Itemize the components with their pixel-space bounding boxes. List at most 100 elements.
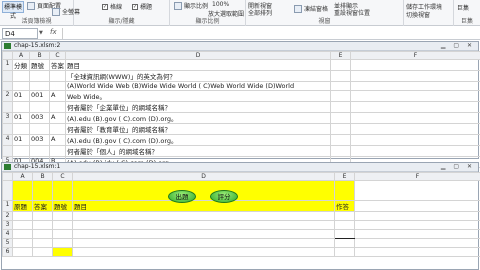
cell[interactable] — [29, 81, 50, 91]
header-cell-answer[interactable]: 答案 — [32, 200, 53, 212]
cell[interactable]: 001 — [29, 90, 50, 102]
cell[interactable] — [72, 238, 335, 248]
cell[interactable]: (A)World Wide Web (B)Wide Wide World ( C… — [65, 81, 331, 91]
cell[interactable] — [12, 238, 33, 248]
cell[interactable] — [334, 229, 355, 239]
cell[interactable]: (A).edu (B).gov ( C).com (D).org。 — [65, 112, 331, 124]
cell[interactable]: 01 — [12, 134, 30, 146]
cell[interactable] — [72, 180, 335, 201]
cell[interactable] — [32, 180, 53, 201]
column-header[interactable]: E — [334, 172, 355, 181]
cell[interactable] — [12, 220, 33, 230]
row-header[interactable] — [2, 70, 13, 82]
cell[interactable]: Web Wide。 — [65, 90, 331, 102]
cell[interactable] — [350, 123, 480, 135]
cell[interactable]: 「全球資訊網(WWW)」的英文為何？ — [65, 70, 331, 82]
bottom-sheet-grid[interactable]: A B C D E F 1 原題 答案 題號 題目 作答 23456 — [2, 172, 480, 257]
headings-checkbox[interactable]: ✓ 標題 — [132, 2, 152, 11]
cell[interactable] — [32, 229, 53, 239]
cell[interactable]: 題號 — [29, 59, 50, 71]
cell[interactable] — [354, 220, 480, 230]
generate-questions-button[interactable]: 出題 — [168, 190, 196, 203]
cell[interactable] — [350, 134, 480, 146]
cell[interactable] — [49, 145, 66, 157]
cell[interactable] — [330, 112, 351, 124]
cell[interactable] — [72, 220, 335, 230]
freeze-panes-button[interactable]: 凍結窗格 — [294, 4, 328, 13]
row-header[interactable]: 1 — [2, 200, 13, 212]
column-header[interactable]: B — [29, 51, 50, 60]
cell[interactable] — [350, 145, 480, 157]
cell[interactable]: A — [49, 112, 66, 124]
cell[interactable]: 003 — [29, 112, 50, 124]
row-header[interactable]: 1 — [2, 59, 13, 71]
cell[interactable] — [354, 200, 480, 212]
cell[interactable] — [334, 211, 355, 221]
zoom-button[interactable]: 顯示比例 — [174, 1, 208, 10]
cell[interactable]: 何者屬於「個人」的網域名稱？ — [65, 145, 331, 157]
row-header[interactable] — [2, 101, 13, 113]
cell[interactable] — [330, 59, 351, 71]
name-box-dropdown-icon[interactable]: ▼ — [39, 30, 43, 36]
cell[interactable] — [330, 101, 351, 113]
cell[interactable]: 分類 — [12, 59, 30, 71]
cell[interactable] — [350, 70, 480, 82]
formula-input[interactable] — [62, 28, 476, 39]
column-header[interactable]: D — [72, 172, 335, 181]
column-header[interactable]: D — [65, 51, 331, 60]
cell[interactable] — [29, 101, 50, 113]
cell[interactable] — [330, 123, 351, 135]
cell[interactable] — [354, 229, 480, 239]
cell[interactable] — [29, 145, 50, 157]
cell[interactable]: 01 — [12, 90, 30, 102]
cell[interactable] — [330, 134, 351, 146]
cell[interactable] — [350, 112, 480, 124]
name-box[interactable]: D4 — [2, 28, 38, 39]
row-header[interactable]: 3 — [2, 112, 13, 124]
cell[interactable] — [330, 81, 351, 91]
header-cell-question[interactable]: 題目 — [72, 200, 335, 212]
column-header[interactable]: A — [12, 172, 33, 181]
row-header[interactable]: 4 — [2, 134, 13, 146]
top-sheet-grid[interactable]: A B C D E F 1 分類 題號 答案 題目 「全球資訊網(WWW)」的英文為何？(… — [2, 51, 480, 168]
cell[interactable] — [330, 70, 351, 82]
cell[interactable] — [32, 247, 53, 257]
column-header[interactable]: F — [350, 51, 480, 60]
cell[interactable] — [49, 81, 66, 91]
cell[interactable] — [12, 101, 30, 113]
cell[interactable] — [32, 211, 53, 221]
cell[interactable] — [12, 145, 30, 157]
row-header-blank[interactable] — [2, 180, 13, 201]
column-header[interactable]: C — [49, 51, 66, 60]
cell[interactable] — [350, 59, 480, 71]
row-header[interactable]: 2 — [2, 90, 13, 102]
cell[interactable] — [52, 247, 73, 257]
cell[interactable] — [12, 70, 30, 82]
cell[interactable] — [12, 211, 33, 221]
row-header[interactable] — [2, 81, 13, 91]
cell[interactable] — [334, 238, 355, 248]
cell[interactable] — [32, 220, 53, 230]
cell[interactable] — [52, 211, 73, 221]
cell[interactable] — [330, 145, 351, 157]
column-header[interactable]: E — [330, 51, 351, 60]
cell[interactable]: A — [49, 90, 66, 102]
cell[interactable]: 何者屬於「企業單位」的網域名稱？ — [65, 101, 331, 113]
cell[interactable] — [52, 220, 73, 230]
row-header[interactable] — [2, 123, 13, 135]
cell[interactable]: 01 — [12, 112, 30, 124]
cell[interactable] — [72, 229, 335, 239]
cell[interactable] — [49, 70, 66, 82]
cell[interactable]: 答案 — [49, 59, 66, 71]
grade-button[interactable]: 評分 — [210, 190, 238, 203]
cell[interactable] — [49, 101, 66, 113]
cell[interactable]: 何者屬於「教育單位」的網域名稱？ — [65, 123, 331, 135]
row-header[interactable]: 5 — [2, 238, 13, 248]
zoom-100-button[interactable]: 100% — [212, 1, 229, 8]
switch-windows-button[interactable]: 切換視窗 — [406, 10, 430, 19]
column-header[interactable]: B — [32, 172, 53, 181]
header-cell-original[interactable]: 原題 — [12, 200, 33, 212]
column-header[interactable]: F — [354, 172, 480, 181]
bottom-window-controls[interactable]: ▁ ▢ ✕ — [441, 163, 475, 171]
row-header[interactable]: 3 — [2, 220, 13, 230]
